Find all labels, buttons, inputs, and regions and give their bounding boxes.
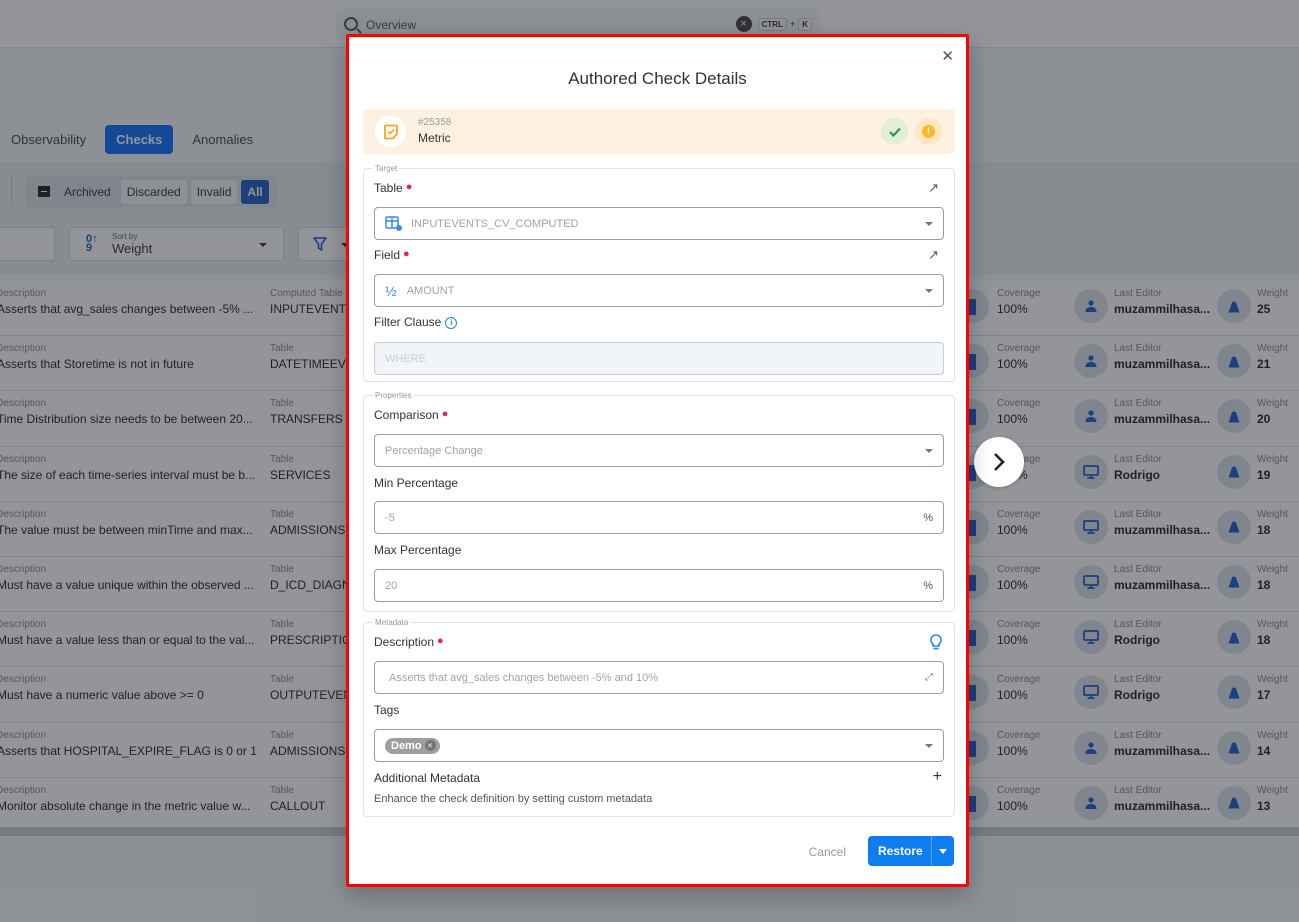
percent-icon: % <box>923 511 933 524</box>
expand-icon[interactable]: ⤢ <box>925 672 933 683</box>
chevron-down-icon <box>925 221 933 226</box>
open-field-link-icon[interactable]: ↗ <box>928 247 939 263</box>
remove-tag-icon[interactable]: × <box>424 740 436 751</box>
restore-button-group: Restore <box>868 836 954 866</box>
dialog-title: Authored Check Details <box>568 69 747 88</box>
next-check-button[interactable] <box>974 437 1024 487</box>
comparison-label: Comparison ● <box>374 408 449 422</box>
chevron-down-icon <box>925 743 933 748</box>
description-label: Description ● <box>374 635 444 649</box>
cancel-button[interactable]: Cancel <box>809 845 846 859</box>
authored-check-details-dialog: ✕ Authored Check Details #25358 Metric !… <box>346 34 969 887</box>
chevron-down-icon <box>925 288 933 293</box>
tag-chip: Demo × <box>385 737 440 754</box>
max-percentage-input[interactable]: 20 % <box>374 569 944 602</box>
filter-clause-placeholder: WHERE <box>385 352 426 365</box>
field-label: Field ● <box>374 248 410 262</box>
target-section: Target Table ● ↗ INPUTEVENTS_CV_COMPUTED … <box>363 164 955 382</box>
open-table-link-icon[interactable]: ↗ <box>928 180 939 196</box>
min-percentage-input[interactable]: -5 % <box>374 501 944 534</box>
min-percentage-value: -5 <box>385 511 395 524</box>
properties-section: Properties Comparison ● Percentage Change… <box>363 391 955 612</box>
computed-table-icon <box>385 215 402 231</box>
max-percentage-label: Max Percentage <box>374 543 462 557</box>
description-value: Asserts that avg_sales changes between -… <box>389 671 659 684</box>
filter-clause-input[interactable]: WHERE <box>374 342 944 375</box>
table-value: INPUTEVENTS_CV_COMPUTED <box>411 217 579 230</box>
metric-check-icon <box>375 116 406 147</box>
min-percentage-label: Min Percentage <box>374 476 459 490</box>
tags-label: Tags <box>374 703 400 717</box>
table-select[interactable]: INPUTEVENTS_CV_COMPUTED <box>374 207 944 240</box>
add-metadata-button[interactable]: + <box>933 769 942 785</box>
active-status-icon <box>881 118 908 145</box>
filter-clause-label: Filter Clause i <box>374 315 458 329</box>
additional-metadata-label: Additional Metadata <box>374 771 481 785</box>
info-icon[interactable]: i <box>445 316 458 329</box>
check-id: #25358 <box>418 117 452 128</box>
check-banner: #25358 Metric ! <box>363 109 955 154</box>
table-label: Table ● <box>374 181 413 195</box>
comparison-select[interactable]: Percentage Change <box>374 434 944 467</box>
restore-button[interactable]: Restore <box>868 836 931 866</box>
target-legend: Target <box>375 164 398 173</box>
comparison-value: Percentage Change <box>385 444 483 457</box>
max-percentage-value: 20 <box>385 579 398 592</box>
field-select[interactable]: ½ AMOUNT <box>374 274 944 307</box>
metadata-legend: Metadata <box>375 618 409 627</box>
restore-options-button[interactable] <box>931 836 954 866</box>
chevron-right-icon <box>994 453 1005 471</box>
check-type: Metric <box>418 131 451 145</box>
chevron-down-icon <box>939 848 947 854</box>
properties-legend: Properties <box>375 391 412 400</box>
description-input[interactable]: Asserts that avg_sales changes between -… <box>374 661 944 694</box>
close-icon[interactable]: ✕ <box>941 49 954 64</box>
lightbulb-icon[interactable] <box>930 634 942 650</box>
additional-metadata-hint: Enhance the check definition by setting … <box>374 793 653 805</box>
fractional-type-icon: ½ <box>385 282 397 299</box>
percent-icon: % <box>923 579 933 592</box>
chevron-down-icon <box>925 448 933 453</box>
field-value: AMOUNT <box>406 284 455 297</box>
tags-select[interactable]: Demo × <box>374 729 944 762</box>
warning-status-icon: ! <box>915 118 942 145</box>
metadata-section: Metadata Description ● Asserts that avg_s… <box>363 618 955 817</box>
